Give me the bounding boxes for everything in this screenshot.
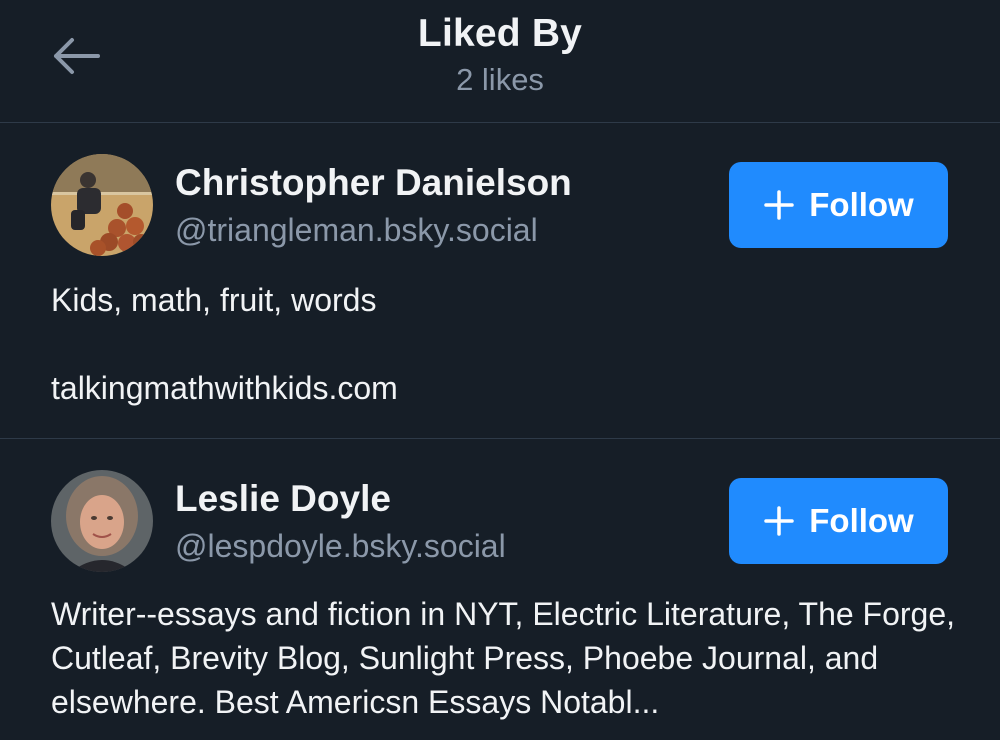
avatar[interactable] <box>51 154 153 256</box>
follow-label: Follow <box>809 186 914 223</box>
user-handle[interactable]: @triangleman.bsky.social <box>175 212 538 249</box>
list-item[interactable]: Christopher Danielson @triangleman.bsky.… <box>0 124 1000 439</box>
avatar-image <box>51 154 153 256</box>
user-name[interactable]: Leslie Doyle <box>175 478 391 520</box>
plus-icon <box>764 190 794 220</box>
bio-link[interactable]: talkingmathwithkids.com <box>51 366 971 410</box>
avatar[interactable] <box>51 470 153 572</box>
avatar-image <box>51 470 153 572</box>
plus-icon <box>764 506 794 536</box>
user-handle[interactable]: @lespdoyle.bsky.social <box>175 528 506 565</box>
follow-button[interactable]: Follow <box>729 162 948 248</box>
likes-count: 2 likes <box>456 62 544 97</box>
page-title: Liked By <box>417 12 583 55</box>
user-name[interactable]: Christopher Danielson <box>175 162 572 204</box>
user-bio: Kids, math, fruit, words <box>51 282 377 318</box>
header-bar: Liked By 2 likes <box>0 0 1000 123</box>
user-bio: Writer--essays and fiction in NYT, Elect… <box>51 596 956 720</box>
follow-button[interactable]: Follow <box>729 478 948 564</box>
list-item[interactable]: Leslie Doyle @lespdoyle.bsky.social Foll… <box>0 440 1000 740</box>
follow-label: Follow <box>809 502 914 539</box>
